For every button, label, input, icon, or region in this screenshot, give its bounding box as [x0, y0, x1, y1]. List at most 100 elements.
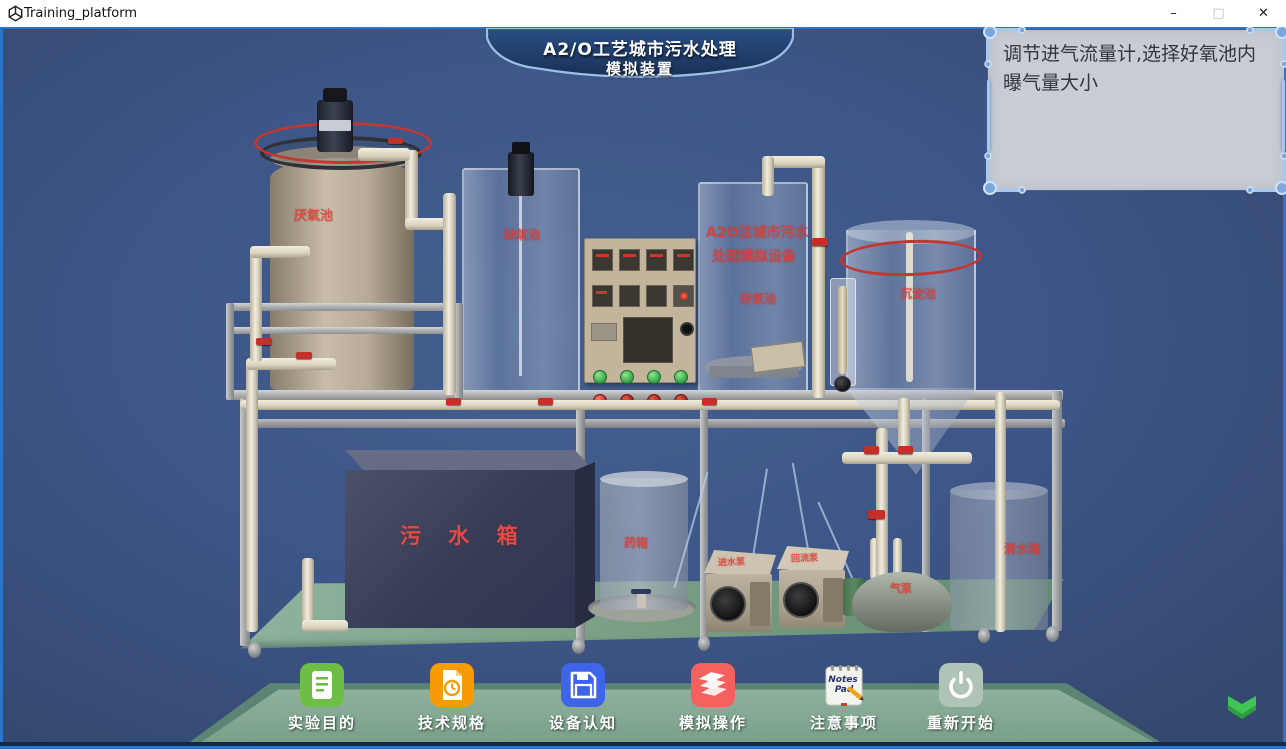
toolbar-item-restart[interactable]: 重新开始 — [906, 662, 1016, 740]
valve-handle[interactable] — [388, 138, 403, 144]
valve-handle[interactable] — [702, 398, 717, 405]
toolbar-item-experiment-purpose[interactable]: 实验目的 — [267, 662, 377, 740]
chevron-down-icon — [1222, 692, 1262, 728]
anaerobic-tank-label: 厌氧池 — [294, 205, 333, 224]
flow-meter-tube — [838, 286, 847, 374]
stirrer-shaft — [519, 196, 522, 376]
maximize-button[interactable]: □ — [1196, 0, 1241, 27]
toolbar-item-label: 实验目的 — [288, 712, 356, 733]
chemical-tank-label: 药箱 — [624, 534, 648, 551]
pipe-segment — [302, 620, 348, 632]
application-window: Training_platform – □ ✕ 厌氧池 缺氧池 — [0, 0, 1286, 749]
pipe-segment — [250, 252, 262, 362]
toolbar-item-label: 技术规格 — [418, 712, 486, 733]
frame-leg — [1052, 391, 1062, 631]
device-title-line1: A2O法城市污水 — [706, 222, 808, 242]
corner-ornament — [1244, 150, 1286, 196]
inlet-pump-label: 进水泵 — [718, 555, 745, 569]
valve-handle[interactable] — [868, 510, 885, 519]
collapse-toolbar-button[interactable] — [1222, 692, 1262, 728]
minimize-button[interactable]: – — [1151, 0, 1196, 27]
pipe-segment — [762, 156, 774, 196]
green-button[interactable] — [593, 370, 607, 384]
green-button[interactable] — [620, 370, 634, 384]
pipe-segment — [358, 148, 410, 161]
pump-head — [710, 586, 746, 622]
toolbar-item-label: 重新开始 — [927, 712, 995, 733]
frame-post — [226, 303, 234, 400]
title-bar[interactable]: Training_platform – □ ✕ — [0, 0, 1286, 27]
frame-post — [455, 303, 463, 400]
panel-meter — [646, 285, 667, 307]
air-flow-meter-knob[interactable] — [834, 376, 851, 392]
drain-valve[interactable] — [637, 592, 646, 608]
toolbar-item-label: 注意事项 — [810, 712, 878, 733]
sewage-tank-top — [345, 450, 595, 472]
pipe-segment — [443, 193, 456, 395]
close-button[interactable]: ✕ — [1241, 0, 1286, 27]
toolbar-item-label: 模拟操作 — [679, 712, 747, 733]
window-title: Training_platform — [24, 6, 137, 21]
pipe-segment — [812, 158, 825, 398]
anoxic-stirrer-motor — [508, 152, 534, 196]
valve-handle[interactable] — [296, 352, 312, 359]
green-button[interactable] — [674, 370, 688, 384]
caster-wheel — [698, 636, 710, 651]
motor-label-band — [319, 120, 351, 131]
panel-knob[interactable] — [680, 322, 694, 336]
anoxic-tank-label: 缺氧池 — [504, 226, 540, 243]
toolbar-item-equipment-recognition[interactable]: 设备认知 — [528, 662, 638, 740]
pipe-segment — [250, 246, 310, 258]
anaerobic-tank — [270, 158, 414, 390]
toolbar-item-precautions[interactable]: Notes Pad 注意事项 — [789, 662, 899, 740]
air-pump-label: 气泵 — [890, 580, 912, 596]
green-button[interactable] — [647, 370, 661, 384]
toolbar-bottom-strip — [0, 742, 1286, 746]
toolbar-item-label: 设备认知 — [549, 712, 617, 733]
pump-control-strip — [823, 578, 843, 622]
instruction-text: 调节进气流量计,选择好氧池内曝气量大小 — [1003, 40, 1271, 99]
chemical-tank-top — [600, 471, 688, 487]
instruction-box: 调节进气流量计,选择好氧池内曝气量大小 — [988, 30, 1284, 190]
caster-wheel — [572, 638, 585, 654]
notepad-text-line1: Notes — [828, 675, 858, 685]
pipe-segment — [995, 392, 1006, 632]
valve-handle[interactable] — [538, 398, 553, 405]
valve-handle[interactable] — [446, 398, 461, 405]
aerobic-tank-label: 好氧池 — [740, 290, 776, 307]
window-controls: – □ ✕ — [1151, 0, 1286, 27]
corner-ornament — [982, 24, 1028, 70]
valve-handle[interactable] — [864, 446, 879, 454]
floppy-disk-icon — [560, 662, 606, 708]
toolbar-item-simulation-operation[interactable]: 模拟操作 — [658, 662, 768, 740]
banner-title-line2: 模拟装置 — [486, 58, 794, 79]
unity-icon — [7, 5, 24, 22]
drain-valve-handle[interactable] — [631, 589, 651, 594]
panel-meter — [592, 285, 613, 307]
device-title-line2: 处理模拟设备 — [712, 246, 796, 266]
banner-title-line1: A2/O工艺城市污水处理 — [486, 35, 794, 60]
panel-meter — [646, 249, 667, 271]
panel-meter — [592, 249, 613, 271]
sedimentation-tank-label: 沉淀池 — [900, 285, 936, 302]
valve-handle[interactable] — [256, 338, 272, 345]
panel-plate — [591, 323, 617, 341]
panel-meter — [619, 249, 640, 271]
anoxic-motor-cap — [512, 142, 530, 154]
control-panel[interactable] — [584, 238, 696, 383]
valve-handle[interactable] — [898, 446, 913, 454]
reflux-pump-label: 回流泵 — [791, 551, 818, 565]
notepad-icon: Notes Pad — [821, 662, 867, 708]
valve-handle[interactable] — [812, 238, 828, 246]
edge-ornament — [987, 80, 990, 152]
toolbar-item-tech-specs[interactable]: 技术规格 — [397, 662, 507, 740]
panel-indicator — [673, 285, 694, 307]
corner-ornament — [982, 150, 1028, 196]
panel-meter — [673, 249, 694, 271]
caster-wheel — [978, 628, 990, 643]
caster-wheel — [248, 642, 261, 658]
sewage-tank-label: 污 水 箱 — [400, 520, 528, 550]
panel-display — [623, 317, 673, 363]
scene-title-banner: A2/O工艺城市污水处理 模拟装置 — [486, 28, 794, 86]
edge-ornament — [1282, 80, 1285, 152]
